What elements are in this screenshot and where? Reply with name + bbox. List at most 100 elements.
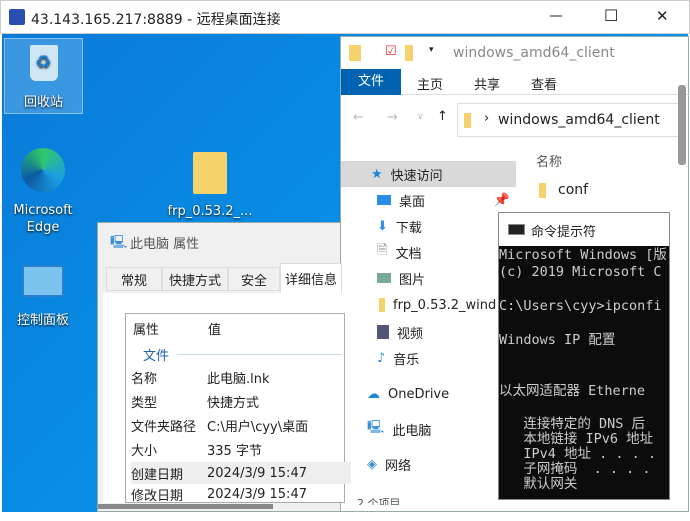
property-name: 文件夹路径	[131, 419, 197, 435]
command-prompt-window: 命令提示符 Microsoft Windows [版 (c) 2019 Micr…	[498, 212, 670, 500]
property-row[interactable]: 修改日期 2024/3/9 15:47	[131, 486, 351, 503]
desktop-icon-label: Microsoft Edge	[13, 203, 73, 235]
star-icon: ★	[371, 166, 383, 182]
network-icon: ◈	[367, 456, 377, 472]
property-row[interactable]: 大小 335 字节	[131, 438, 351, 460]
desktop-icon-control-panel[interactable]: 控制面板	[8, 265, 78, 328]
property-row[interactable]: 名称 此电脑.lnk	[131, 366, 351, 388]
property-row[interactable]: 文件夹路径 C:\用户\cyy\桌面	[131, 414, 351, 436]
cmd-line: 默认网关	[499, 476, 578, 492]
tab-details[interactable]: 详细信息	[280, 263, 342, 293]
up-button[interactable]: ↑	[437, 109, 448, 124]
tab-security[interactable]: 安全	[228, 267, 280, 291]
nav-label: 下载	[395, 220, 422, 236]
nav-label: 网络	[385, 458, 412, 474]
nav-onedrive[interactable]: ☁ OneDrive	[341, 381, 516, 407]
rdp-app-icon	[9, 9, 25, 25]
properties-icon[interactable]: ☑	[385, 44, 397, 59]
customize-dropdown-icon[interactable]: ▾	[429, 45, 434, 55]
property-name: 类型	[131, 395, 158, 411]
property-row[interactable]: 类型 快捷方式	[131, 390, 351, 412]
nav-videos[interactable]: 视频	[341, 319, 516, 345]
column-header-property[interactable]: 属性	[133, 319, 159, 338]
nav-label: 桌面	[399, 194, 426, 210]
nav-quick-access[interactable]: ★ 快速访问	[341, 161, 516, 187]
property-value: C:\用户\cyy\桌面	[207, 419, 309, 435]
recent-dropdown[interactable]: ∨	[417, 112, 424, 122]
column-header-value[interactable]: 值	[208, 319, 221, 338]
control-panel-icon	[22, 265, 64, 297]
property-row[interactable]: 创建日期 2024/3/9 15:47	[131, 462, 351, 484]
minimize-button[interactable]: —	[549, 8, 563, 24]
nav-network[interactable]: ◈ 网络	[341, 451, 516, 477]
back-button[interactable]: ←	[353, 110, 364, 125]
nav-label: 图片	[399, 272, 426, 288]
group-divider	[177, 354, 342, 355]
rdp-title-bar: 43.143.165.217:8889 - 远程桌面连接 — ☐ ✕	[0, 0, 690, 34]
desktop-icon-frp-folder[interactable]: frp_0.53.2_...	[165, 152, 255, 219]
tab-file[interactable]: 文件	[341, 69, 401, 95]
properties-window: 🖳 此电脑 属性 常规 快捷方式 安全 详细信息 属性 值 文件 名称 此电脑.l…	[97, 222, 351, 512]
cmd-icon	[508, 224, 525, 235]
cmd-line: Microsoft Windows [版	[499, 247, 667, 263]
folder-icon	[349, 45, 361, 61]
tab-general[interactable]: 常规	[106, 267, 162, 291]
property-value: 2024/3/9 15:47	[207, 487, 307, 502]
address-bar[interactable]: windows_amd64_client ›	[457, 103, 682, 137]
nav-pictures[interactable]: 图片	[341, 265, 516, 291]
computer-icon: 🖳	[367, 420, 385, 435]
nav-label: OneDrive	[388, 386, 450, 402]
breadcrumb[interactable]: windows_amd64_client	[498, 112, 660, 128]
nav-frp-folder[interactable]: frp_0.53.2_wind	[341, 292, 516, 318]
cloud-icon: ☁	[367, 386, 380, 402]
pin-icon: 📌	[493, 192, 510, 208]
video-icon	[377, 325, 389, 339]
horizontal-scrollbar[interactable]	[98, 504, 273, 509]
cmd-line: 子网掩码 . . . .	[499, 461, 651, 477]
desktop-icon-label: 回收站	[23, 95, 63, 110]
nav-music[interactable]: ♪ 音乐	[341, 345, 516, 371]
nav-label: frp_0.53.2_wind	[393, 297, 497, 313]
tab-home[interactable]: 主页	[417, 74, 443, 93]
maximize-button[interactable]: ☐	[604, 6, 618, 25]
picture-icon	[377, 273, 391, 283]
file-name: conf	[558, 182, 589, 198]
cmd-line: 本地链接 IPv6 地址	[499, 431, 654, 447]
window-title: 43.143.165.217:8889 - 远程桌面连接	[31, 12, 281, 28]
details-list: 属性 值 文件 名称 此电脑.lnk 类型 快捷方式 文件夹路径 C:\用户\cyy\…	[103, 293, 351, 503]
property-name: 修改日期	[131, 489, 184, 503]
nav-this-pc[interactable]: 🖳 此电脑	[341, 416, 516, 442]
nav-downloads[interactable]: ⬇ 下载	[341, 213, 516, 239]
property-name: 名称	[131, 371, 158, 387]
shortcut-icon: 🖳	[110, 235, 128, 250]
status-bar-count: 2 个项目	[357, 497, 401, 505]
forward-button[interactable]: →	[387, 110, 398, 125]
tab-view[interactable]: 查看	[531, 74, 557, 93]
tab-shortcut[interactable]: 快捷方式	[162, 267, 228, 291]
nav-desktop[interactable]: 桌面 📌	[341, 187, 516, 213]
folder-icon	[379, 298, 385, 312]
property-name: 创建日期	[131, 467, 184, 483]
tab-share[interactable]: 共享	[474, 74, 500, 93]
vertical-scrollbar[interactable]	[678, 85, 686, 165]
new-folder-icon[interactable]	[405, 45, 413, 61]
cmd-line: 以太网适配器 Etherne	[499, 383, 646, 399]
nav-label: 音乐	[393, 352, 420, 368]
close-button[interactable]: ✕	[656, 7, 669, 25]
cmd-title-bar: 命令提示符	[499, 213, 669, 246]
group-header-file: 文件	[143, 349, 170, 364]
desktop-icon-label: 控制面板	[16, 313, 69, 328]
column-header-name[interactable]: 名称	[536, 151, 562, 170]
nav-label: 视频	[397, 326, 424, 342]
file-item-conf[interactable]: conf	[539, 182, 588, 198]
music-icon: ♪	[377, 350, 386, 366]
nav-documents[interactable]: 🗎 文档	[341, 239, 516, 265]
cmd-output[interactable]: Microsoft Windows [版 (c) 2019 Microsoft …	[499, 247, 669, 492]
cmd-line: 连接特定的 DNS 后	[499, 416, 646, 432]
nav-label: 文档	[395, 246, 422, 262]
desktop-icon-edge[interactable]: Microsoft Edge	[6, 148, 80, 236]
document-icon: 🗎	[377, 243, 388, 258]
property-value: 快捷方式	[207, 395, 260, 411]
edge-icon	[21, 148, 65, 192]
desktop-icon-recycle-bin[interactable]: ♻ 回收站	[4, 38, 83, 114]
